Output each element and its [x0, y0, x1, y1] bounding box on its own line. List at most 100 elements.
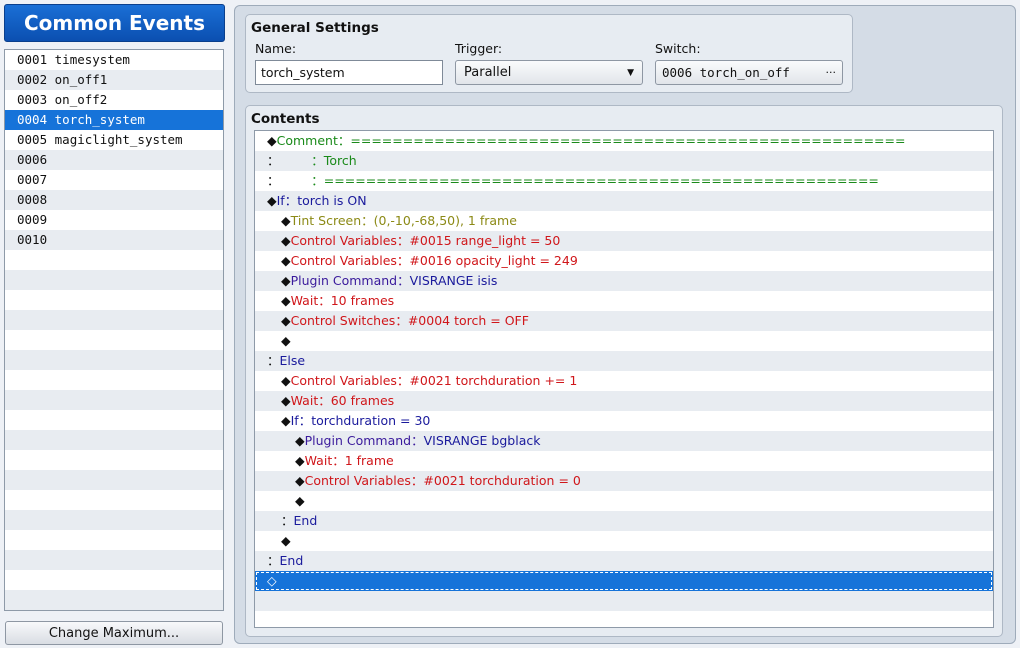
diamond-marker-icon: ◆ — [281, 393, 291, 408]
command-line[interactable]: ◆Tint Screen：(0,-10,-68,50), 1 frame — [255, 211, 993, 231]
event-command-list[interactable]: ◆Comment：===============================… — [254, 130, 994, 628]
event-list-empty-row[interactable] — [5, 510, 223, 530]
event-list-empty-row[interactable] — [5, 570, 223, 590]
general-settings-title: General Settings — [251, 20, 379, 36]
command-line[interactable]: ：End — [255, 551, 993, 571]
command-line[interactable]: ◆If：torchduration = 30 — [255, 411, 993, 431]
command-text: Wait：10 frames — [290, 293, 395, 308]
diamond-marker-icon: ◆ — [295, 453, 305, 468]
command-line[interactable]: ◆Control Variables：#0021 torchduration +… — [255, 371, 993, 391]
command-text: ========================================… — [350, 133, 906, 148]
name-label: Name: — [255, 41, 297, 56]
command-text: Control Variables：#0021 torchduration = … — [304, 473, 581, 488]
event-list-item[interactable]: 0003 on_off2 — [5, 90, 223, 110]
event-list-empty-row[interactable] — [5, 390, 223, 410]
event-id: 0006 — [17, 152, 48, 167]
diamond-marker-icon: ◆ — [281, 293, 291, 308]
command-line[interactable]: ◆Wait：10 frames — [255, 291, 993, 311]
continuation-marker: ： — [267, 353, 280, 368]
event-list-item[interactable]: 0005 magiclight_system — [5, 130, 223, 150]
event-id: 0004 — [17, 112, 48, 127]
event-id: 0008 — [17, 192, 48, 207]
trigger-select[interactable]: Parallel ▼ — [455, 60, 643, 85]
event-list-empty-row[interactable] — [5, 330, 223, 350]
event-id: 0009 — [17, 212, 48, 227]
command-line[interactable]: ◆Comment：===============================… — [255, 131, 993, 151]
switch-value: 0006 torch_on_off — [662, 65, 790, 80]
event-list-empty-row[interactable] — [5, 590, 223, 610]
command-text: VISRANGE isis — [409, 273, 498, 288]
window-title: Common Events — [4, 4, 225, 42]
event-list-empty-row[interactable] — [5, 290, 223, 310]
event-list-empty-row[interactable] — [5, 490, 223, 510]
command-line[interactable]: ： ：=====================================… — [255, 171, 993, 191]
event-list-item[interactable]: 0004 torch_system — [5, 110, 223, 130]
command-line[interactable]: ◆Control Variables：#0015 range_light = 5… — [255, 231, 993, 251]
chevron-down-icon: ▼ — [627, 67, 634, 78]
event-list-item[interactable]: 0006 — [5, 150, 223, 170]
command-empty-row[interactable] — [255, 591, 993, 611]
switch-label: Switch: — [655, 41, 701, 56]
more-options-button[interactable]: ··· — [826, 66, 837, 79]
command-line[interactable]: ◆Control Switches：#0004 torch = OFF — [255, 311, 993, 331]
command-line[interactable]: ：Else — [255, 351, 993, 371]
event-id: 0007 — [17, 172, 48, 187]
event-list-empty-row[interactable] — [5, 350, 223, 370]
event-list-item[interactable]: 0007 — [5, 170, 223, 190]
event-list-empty-row[interactable] — [5, 270, 223, 290]
event-list-empty-row[interactable] — [5, 310, 223, 330]
event-list-empty-row[interactable] — [5, 530, 223, 550]
event-list-empty-row[interactable] — [5, 430, 223, 450]
command-text: End — [279, 553, 304, 568]
event-list-item[interactable]: 0002 on_off1 — [5, 70, 223, 90]
command-line[interactable]: ： ：Torch — [255, 151, 993, 171]
command-text: VISRANGE bgblack — [423, 433, 541, 448]
command-line[interactable]: ◆Wait：1 frame — [255, 451, 993, 471]
command-text: ：=======================================… — [279, 173, 879, 188]
event-id: 0005 — [17, 132, 48, 147]
command-line[interactable]: ◆Control Variables：#0021 torchduration =… — [255, 471, 993, 491]
event-list-empty-row[interactable] — [5, 470, 223, 490]
event-list[interactable]: 0001 timesystem 0002 on_off1 0003 on_off2 0… — [4, 49, 224, 611]
diamond-marker-icon: ◆ — [281, 273, 291, 288]
event-list-empty-row[interactable] — [5, 450, 223, 470]
event-list-empty-row[interactable] — [5, 370, 223, 390]
change-maximum-button[interactable]: Change Maximum... — [5, 621, 223, 645]
diamond-marker-icon: ◆ — [267, 133, 277, 148]
command-empty-row[interactable] — [255, 611, 993, 627]
event-list-item[interactable]: 0009 — [5, 210, 223, 230]
switch-selector[interactable]: 0006 torch_on_off ··· — [655, 60, 843, 85]
continuation-marker: ： — [267, 173, 280, 188]
event-list-item[interactable]: 0001 timesystem — [5, 50, 223, 70]
event-list-empty-row[interactable] — [5, 550, 223, 570]
command-text: Control Switches：#0004 torch = OFF — [290, 313, 529, 328]
event-name: on_off1 — [54, 72, 108, 87]
command-line[interactable]: ◆ — [255, 531, 993, 551]
event-list-empty-row[interactable] — [5, 410, 223, 430]
command-line[interactable]: ：End — [255, 511, 993, 531]
event-id: 0003 — [17, 92, 48, 107]
command-line[interactable]: ◆Plugin Command：VISRANGE isis — [255, 271, 993, 291]
diamond-marker-icon: ◆ — [281, 233, 291, 248]
command-line[interactable]: ◇ — [255, 571, 993, 591]
diamond-marker-icon: ◆ — [281, 533, 291, 548]
command-text: Wait：60 frames — [290, 393, 395, 408]
diamond-marker-icon: ◆ — [281, 333, 291, 348]
command-line[interactable]: ◆If：torch is ON — [255, 191, 993, 211]
continuation-marker: ： — [267, 153, 280, 168]
command-line[interactable]: ◆Control Variables：#0016 opacity_light =… — [255, 251, 993, 271]
event-list-item[interactable]: 0010 — [5, 230, 223, 250]
event-id: 0001 — [17, 52, 48, 67]
command-text: Plugin Command： — [290, 273, 410, 288]
name-input[interactable] — [255, 60, 443, 85]
command-line[interactable]: ◆ — [255, 331, 993, 351]
command-text: Control Variables：#0016 opacity_light = … — [290, 253, 578, 268]
event-list-item[interactable]: 0008 — [5, 190, 223, 210]
event-list-empty-row[interactable] — [5, 250, 223, 270]
command-line[interactable]: ◆Plugin Command：VISRANGE bgblack — [255, 431, 993, 451]
command-line[interactable]: ◆Wait：60 frames — [255, 391, 993, 411]
diamond-marker-icon: ◆ — [281, 313, 291, 328]
continuation-marker: ： — [281, 513, 294, 528]
command-text: Control Variables：#0021 torchduration +=… — [290, 373, 578, 388]
command-line[interactable]: ◆ — [255, 491, 993, 511]
